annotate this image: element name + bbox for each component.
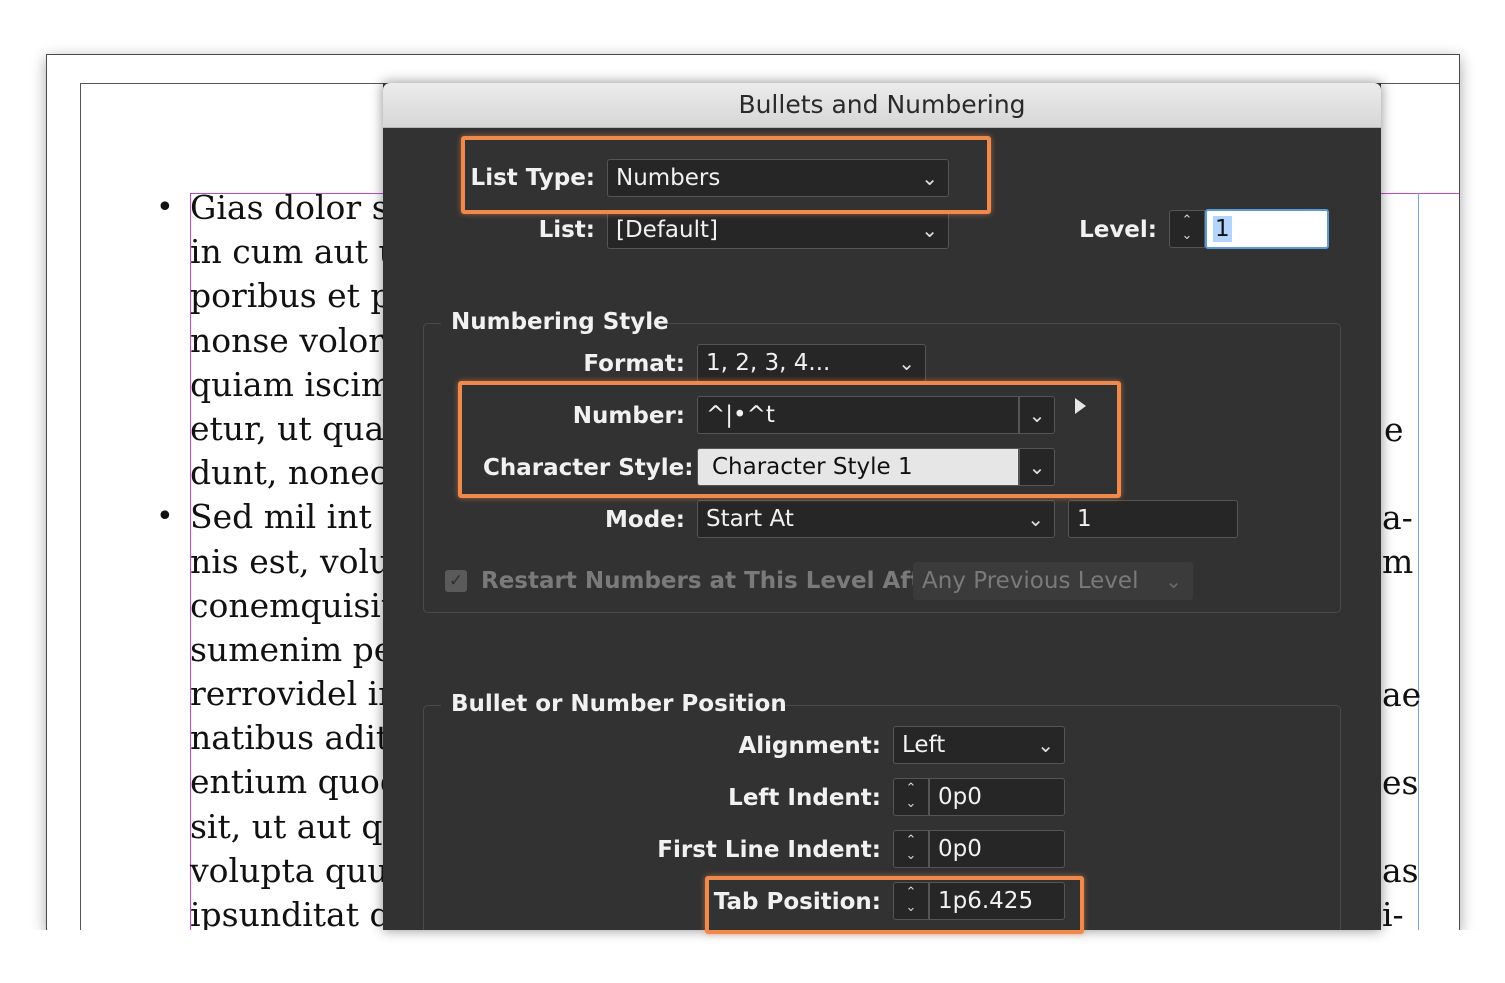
list-label: List: xyxy=(538,217,595,243)
restart-level-value: Any Previous Level xyxy=(922,568,1139,594)
left-indent-label: Left Indent: xyxy=(728,785,881,811)
chevron-down-icon: ⌄ xyxy=(1027,507,1044,531)
list-dropdown[interactable]: [Default] ⌄ xyxy=(607,211,949,249)
chevron-down-icon: ⌄ xyxy=(1165,569,1182,593)
doc-line: dunt, nonece xyxy=(190,453,408,493)
doc-line: nis est, volup xyxy=(190,541,412,581)
left-indent-field[interactable]: 0p0 xyxy=(929,778,1065,816)
page-bottom-margin xyxy=(0,930,1505,983)
dialog-title: Bullets and Numbering xyxy=(383,83,1381,128)
alignment-value: Left xyxy=(902,732,946,758)
doc-line: entium quodi xyxy=(190,762,412,802)
first-line-indent-label: First Line Indent: xyxy=(657,837,881,863)
chevron-down-icon: ⌄ xyxy=(921,218,938,242)
doc-line: conemquisiti xyxy=(190,585,405,625)
highlight-tab-position xyxy=(705,876,1084,934)
restart-level-dropdown: Any Previous Level ⌄ xyxy=(913,562,1193,600)
doc-line: ipsunditat qu xyxy=(190,895,412,934)
mode-value: Start At xyxy=(706,506,794,532)
chevron-down-icon: ⌄ xyxy=(898,351,915,375)
chevron-down-icon: ⌄ xyxy=(1037,733,1054,757)
doc-line: sumenim pel xyxy=(190,629,404,669)
doc-line: nonse volorit xyxy=(190,320,408,360)
position-title: Bullet or Number Position xyxy=(451,691,787,717)
format-value: 1, 2, 3, 4... xyxy=(706,350,831,376)
numbering-style-title: Numbering Style xyxy=(451,309,669,335)
level-stepper[interactable]: ⌃ ⌄ xyxy=(1169,210,1205,248)
format-label: Format: xyxy=(583,351,685,377)
highlight-number-style xyxy=(458,381,1121,498)
left-indent-stepper[interactable]: ⌃ ⌄ xyxy=(893,778,929,816)
restart-numbers-checkbox[interactable]: ✓ xyxy=(445,570,467,592)
bullet-icon: • xyxy=(156,499,174,535)
level-label: Level: xyxy=(1079,217,1157,243)
first-line-indent-field[interactable]: 0p0 xyxy=(929,830,1065,868)
doc-fragment: e xyxy=(1384,410,1404,449)
doc-fragment: a- xyxy=(1382,498,1413,537)
doc-fragment: i- xyxy=(1382,895,1404,934)
mode-dropdown[interactable]: Start At ⌄ xyxy=(697,500,1055,538)
restart-numbers-label: Restart Numbers at This Level After: xyxy=(481,568,958,594)
first-line-indent-stepper[interactable]: ⌃ ⌄ xyxy=(893,830,929,868)
doc-fragment: as xyxy=(1382,851,1419,890)
list-value: [Default] xyxy=(616,217,718,243)
alignment-label: Alignment: xyxy=(738,733,881,759)
start-at-field[interactable]: 1 xyxy=(1068,500,1238,538)
doc-line: Gias dolor se xyxy=(190,188,409,227)
bullet-icon: • xyxy=(156,190,174,225)
doc-fragment: es xyxy=(1382,763,1419,802)
highlight-list-type xyxy=(461,136,991,214)
doc-fragment: m xyxy=(1382,542,1414,581)
alignment-dropdown[interactable]: Left ⌄ xyxy=(893,726,1065,764)
format-dropdown[interactable]: 1, 2, 3, 4... ⌄ xyxy=(697,344,926,382)
level-input[interactable]: 1 xyxy=(1205,209,1329,249)
mode-label: Mode: xyxy=(605,507,685,533)
doc-line: rerrovidel int xyxy=(190,674,413,714)
doc-fragment: ae xyxy=(1382,675,1422,714)
doc-line: volupta quun xyxy=(190,850,410,890)
doc-line: in cum aut ut xyxy=(190,232,414,272)
doc-line: quiam iscime xyxy=(190,364,412,404)
